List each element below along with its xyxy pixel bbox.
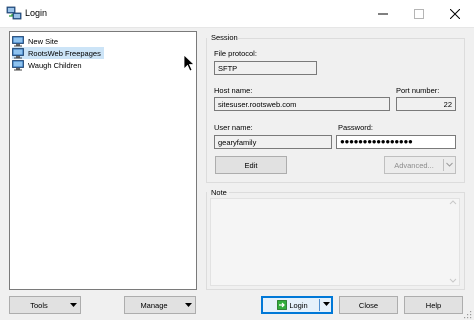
- title-bar: Login: [0, 0, 474, 28]
- tools-button-label: Tools: [30, 300, 48, 310]
- maximize-button[interactable]: [402, 0, 436, 28]
- edit-button[interactable]: Edit: [215, 156, 287, 174]
- login-button-label: Login: [289, 300, 308, 310]
- resize-grip-icon[interactable]: [463, 310, 472, 319]
- note-textarea[interactable]: [210, 198, 460, 286]
- site-item-rootsweb-freepages[interactable]: RootsWeb Freepages: [12, 47, 104, 59]
- site-item-label: Waugh Children: [28, 60, 82, 70]
- password-field[interactable]: ●●●●●●●●●●●●●●●●: [336, 135, 456, 149]
- mouse-pointer-icon: [183, 54, 195, 72]
- manage-button-label: Manage: [140, 300, 168, 310]
- user-name-label: User name:: [214, 123, 253, 132]
- host-name-field[interactable]: sitesuser.rootsweb.com: [214, 97, 390, 111]
- login-button-main[interactable]: Login: [263, 298, 322, 312]
- chevron-down-icon: [446, 162, 453, 167]
- site-item-label: RootsWeb Freepages: [28, 48, 101, 58]
- scroll-up-icon[interactable]: [449, 199, 457, 207]
- tools-button[interactable]: Tools: [9, 296, 81, 314]
- advanced-button[interactable]: Advanced...: [384, 156, 456, 174]
- computer-icon: [12, 35, 24, 46]
- dropdown-arrow-icon[interactable]: [323, 301, 330, 307]
- host-name-label: Host name:: [214, 86, 253, 95]
- split-divider: [319, 299, 320, 311]
- close-button-label: Close: [358, 300, 379, 310]
- site-tree[interactable]: New Site RootsWeb Freepages Waugh Childr…: [9, 31, 197, 290]
- manage-button[interactable]: Manage: [124, 296, 196, 314]
- close-icon: [450, 9, 460, 19]
- computer-icon: [12, 59, 24, 70]
- dropdown-arrow-icon: [70, 303, 77, 307]
- note-group-label: Note: [211, 188, 227, 197]
- login-icon: [277, 300, 288, 310]
- help-button-label: Help: [425, 300, 442, 310]
- user-name-field[interactable]: gearyfamily: [214, 135, 332, 149]
- split-divider: [443, 159, 444, 171]
- site-item-waugh-children[interactable]: Waugh Children: [12, 59, 85, 71]
- edit-button-label: Edit: [244, 160, 258, 170]
- site-item-label: New Site: [28, 36, 59, 46]
- dropdown-arrow-icon: [185, 303, 192, 307]
- login-button[interactable]: Login: [261, 296, 333, 314]
- maximize-icon: [414, 9, 424, 19]
- window-title: Login: [25, 8, 48, 18]
- port-number-label: Port number:: [396, 86, 440, 95]
- file-protocol-select[interactable]: SFTP: [214, 61, 317, 75]
- scroll-down-icon[interactable]: [449, 276, 457, 284]
- site-item-new-site[interactable]: New Site: [12, 35, 61, 47]
- password-label: Password:: [338, 123, 374, 132]
- group-divider: [229, 192, 465, 193]
- port-number-field[interactable]: 22: [396, 97, 456, 111]
- group-divider: [238, 38, 465, 39]
- advanced-button-label: Advanced...: [394, 160, 434, 170]
- file-protocol-label: File protocol:: [214, 49, 257, 58]
- session-group-label: Session: [211, 33, 238, 42]
- computer-icon: [12, 47, 24, 58]
- close-button[interactable]: Close: [339, 296, 398, 314]
- help-button[interactable]: Help: [404, 296, 463, 314]
- winscp-app-icon: [6, 6, 22, 20]
- minimize-button[interactable]: [366, 0, 400, 28]
- minimize-icon: [378, 13, 388, 15]
- close-window-button[interactable]: [438, 0, 472, 28]
